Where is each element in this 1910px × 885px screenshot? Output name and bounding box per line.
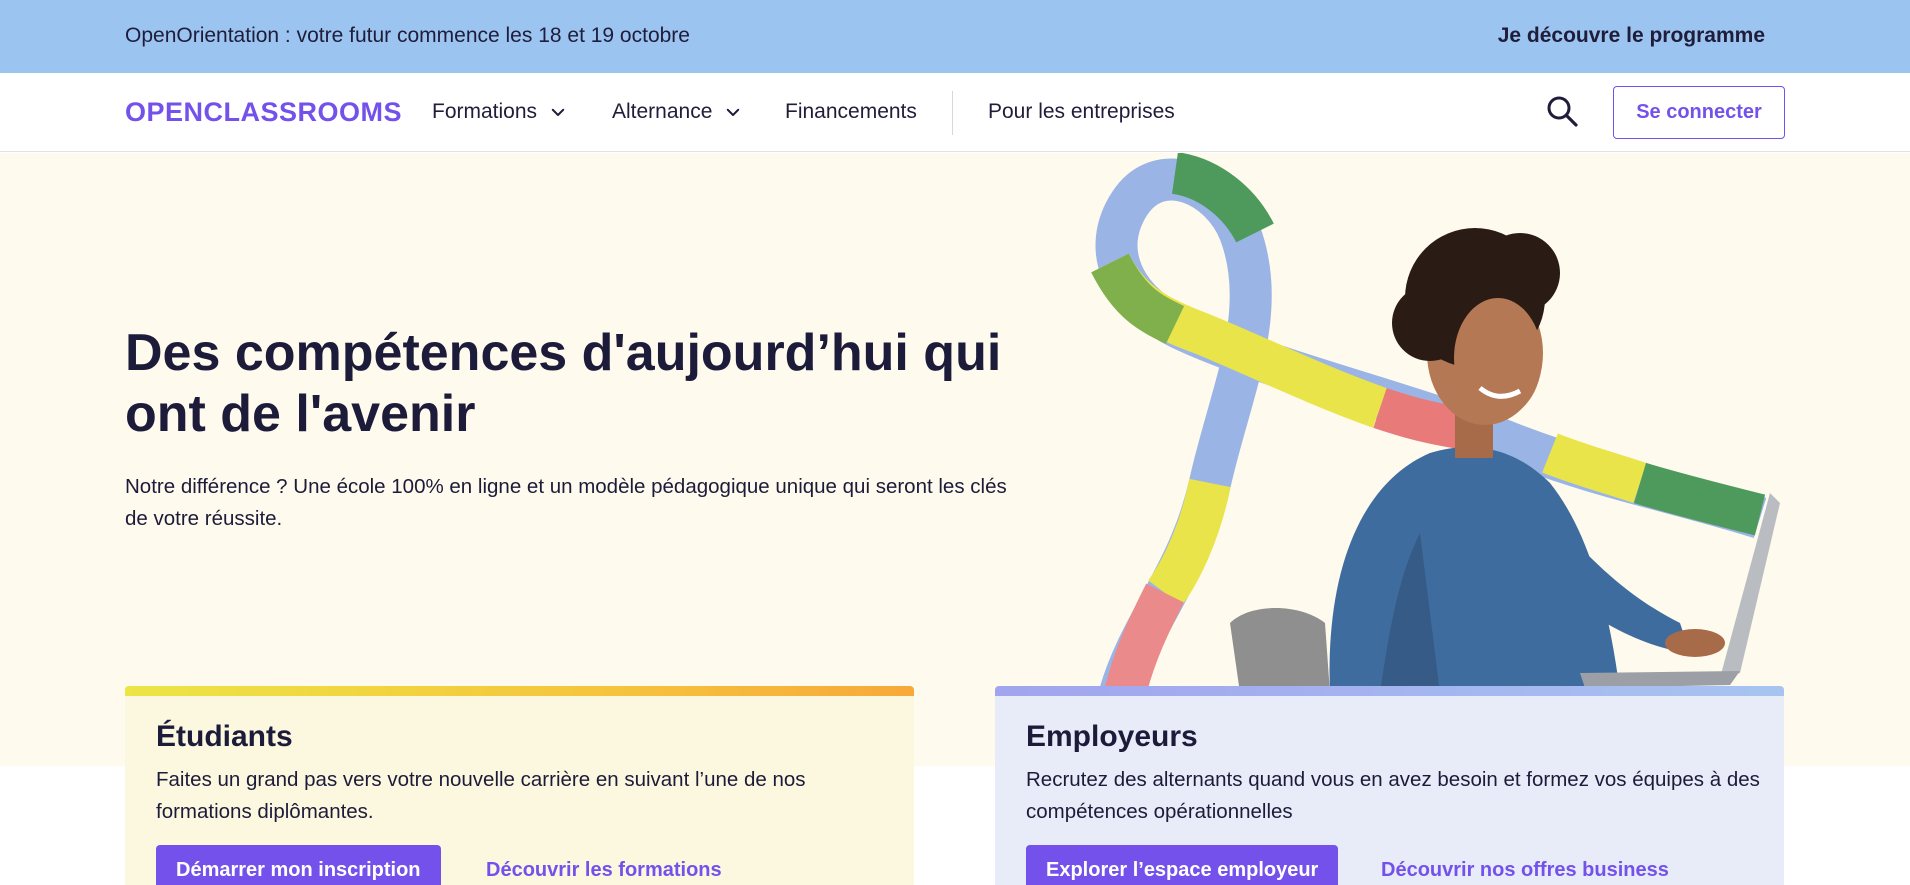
employers-card-description: Recrutez des alternants quand vous en av… (1026, 768, 1760, 823)
employers-card-accent (995, 686, 1784, 696)
promo-text: OpenOrientation : votre futur commence l… (125, 24, 690, 47)
main-navigation: OPENCLASSROOMS Formations Alternance Fin… (0, 73, 1910, 152)
students-card-title: Étudiants (156, 720, 293, 753)
nav-financements-label: Financements (785, 100, 917, 123)
openclassrooms-logo[interactable]: OPENCLASSROOMS (125, 97, 402, 128)
hero-section: Des compétences d'aujourd’hui qui ont de… (0, 153, 1910, 766)
nav-alternance[interactable]: Alternance (612, 100, 742, 124)
explore-employer-space-button[interactable]: Explorer l’espace employeur (1026, 845, 1339, 885)
promo-program-link[interactable]: Je découvre le programme (1498, 24, 1765, 48)
hero-illustration (1091, 153, 1780, 693)
hero-description: Notre différence ? Une école 100% en lig… (125, 475, 1007, 530)
nav-formations-label: Formations (432, 100, 538, 123)
students-card: Étudiants Faites un grand pas vers votre… (125, 686, 914, 885)
nav-alternance-label: Alternance (612, 100, 713, 123)
employers-card: Employeurs Recrutez des alternants quand… (995, 686, 1784, 885)
search-icon[interactable] (1544, 93, 1580, 129)
nav-entreprises[interactable]: Pour les entreprises (988, 100, 1175, 124)
chevron-down-icon (551, 108, 565, 116)
nav-financements[interactable]: Financements (785, 100, 917, 124)
start-registration-button[interactable]: Démarrer mon inscription (156, 845, 441, 885)
discover-formations-link[interactable]: Découvrir les formations (486, 859, 722, 882)
nav-entreprises-label: Pour les entreprises (988, 100, 1175, 123)
hero-title: Des compétences d'aujourd’hui qui ont de… (125, 324, 1002, 443)
nav-divider (952, 91, 953, 135)
chevron-down-icon (727, 108, 740, 116)
employers-card-title: Employeurs (1026, 720, 1198, 753)
discover-business-offers-link[interactable]: Découvrir nos offres business (1381, 859, 1669, 882)
students-card-accent (125, 686, 914, 696)
nav-formations[interactable]: Formations (432, 100, 567, 124)
login-button[interactable]: Se connecter (1613, 86, 1785, 139)
promo-banner: OpenOrientation : votre futur commence l… (0, 0, 1910, 73)
students-card-description: Faites un grand pas vers votre nouvelle … (156, 768, 806, 823)
